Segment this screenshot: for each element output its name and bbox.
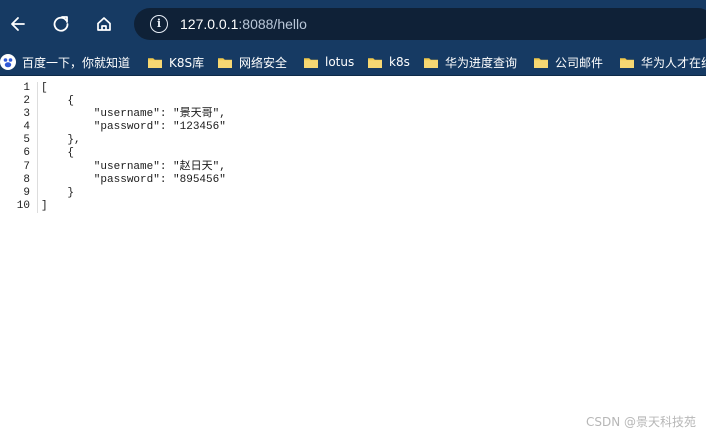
code-gutter <box>32 199 38 213</box>
folder-icon <box>368 58 382 68</box>
watermark-text: CSDN @景天科技苑 <box>585 415 696 429</box>
code-gutter <box>32 108 38 122</box>
code-gutter <box>32 147 38 161</box>
bookmark-label: k8s <box>389 55 410 69</box>
url-text: 127.0.0.1:8088/hello <box>180 16 307 32</box>
folder-icon <box>534 58 548 68</box>
bookmark-lotus[interactable]: lotus <box>303 52 354 72</box>
code-line: 1[ <box>0 82 226 96</box>
code-text: "password": "123456" <box>41 121 226 134</box>
code-gutter <box>32 121 38 135</box>
code-text: [ <box>41 82 48 94</box>
line-number: 8 <box>23 173 30 186</box>
back-button[interactable] <box>2 8 34 40</box>
url-host: 127.0.0.1 <box>180 16 239 32</box>
line-number: 6 <box>23 147 30 160</box>
code-text: "password": "895456" <box>41 173 226 186</box>
code-line: 7 "username": "赵日天", <box>0 160 226 174</box>
line-number: 7 <box>23 160 30 173</box>
folder-icon <box>620 58 634 68</box>
bookmark-huawei-talent[interactable]: 华为人才在线 <box>619 52 706 72</box>
page-content: 1[2 {3 "username": "景天哥", 4 "password": "… <box>0 76 706 437</box>
bookmark-network-security[interactable]: 网络安全 <box>217 52 287 72</box>
code-line: 3 "username": "景天哥", <box>0 108 226 122</box>
url-path: :8088/hello <box>238 16 307 32</box>
code-line: 6 { <box>0 147 226 161</box>
reload-button[interactable] <box>45 8 77 40</box>
line-number: 4 <box>23 121 30 134</box>
back-arrow-icon <box>11 17 25 31</box>
code-line: 8 "password": "895456" <box>0 173 226 187</box>
code-text: } <box>41 186 75 199</box>
line-number: 5 <box>23 134 30 147</box>
json-code-view: 1[2 {3 "username": "景天哥", 4 "password": "… <box>0 82 226 213</box>
code-gutter <box>32 82 38 96</box>
code-gutter <box>32 134 38 148</box>
address-bar[interactable]: i 127.0.0.1:8088/hello <box>134 8 706 40</box>
code-text: { <box>41 95 75 108</box>
line-number: 3 <box>23 108 30 121</box>
bookmark-label: 公司邮件 <box>555 55 604 70</box>
line-number: 1 <box>23 82 30 94</box>
bookmarks-bar: 百度一下，你就知道 K8S库 网络安全 lotus k8s 华为进度查询 公司邮… <box>0 48 706 76</box>
code-text: }, <box>41 134 81 147</box>
code-gutter <box>32 95 38 109</box>
code-text: "username": "赵日天", <box>41 160 226 173</box>
bookmark-label: K8S库 <box>169 55 205 70</box>
code-line: 4 "password": "123456" <box>0 121 226 135</box>
code-line: 10] <box>0 199 226 213</box>
code-line: 9 } <box>0 186 226 200</box>
browser-toolbar: i 127.0.0.1:8088/hello <box>0 0 706 48</box>
code-gutter <box>32 160 38 174</box>
code-gutter <box>32 173 38 187</box>
bookmark-k8s[interactable]: k8s <box>367 52 410 72</box>
folder-icon <box>218 58 232 68</box>
reload-icon <box>53 16 69 32</box>
line-number: 10 <box>16 199 30 212</box>
folder-icon <box>304 58 318 68</box>
line-number: 2 <box>23 95 30 108</box>
code-text: { <box>41 147 75 160</box>
folder-icon <box>424 58 438 68</box>
bookmark-label: lotus <box>325 55 355 69</box>
bookmark-label: 百度一下，你就知道 <box>22 55 131 70</box>
code-text: ] <box>41 199 48 212</box>
bookmark-label: 华为人才在线 <box>641 55 706 70</box>
bookmark-label: 华为进度查询 <box>445 55 518 70</box>
folder-icon <box>148 58 162 68</box>
bookmark-huawei-progress[interactable]: 华为进度查询 <box>423 52 517 72</box>
line-number: 9 <box>23 186 30 199</box>
site-info-icon[interactable]: i <box>150 15 168 33</box>
home-button[interactable] <box>88 8 120 40</box>
code-line: 5 }, <box>0 134 226 148</box>
code-gutter <box>32 186 38 200</box>
bookmark-company-mail[interactable]: 公司邮件 <box>533 52 603 72</box>
bookmark-label: 网络安全 <box>239 55 288 70</box>
home-icon <box>97 17 111 31</box>
code-text: "username": "景天哥", <box>41 108 226 121</box>
bookmark-baidu[interactable]: 百度一下，你就知道 <box>0 52 130 72</box>
bookmark-k8s-lib[interactable]: K8S库 <box>147 52 204 72</box>
baidu-icon <box>0 54 16 70</box>
code-line: 2 { <box>0 95 226 109</box>
